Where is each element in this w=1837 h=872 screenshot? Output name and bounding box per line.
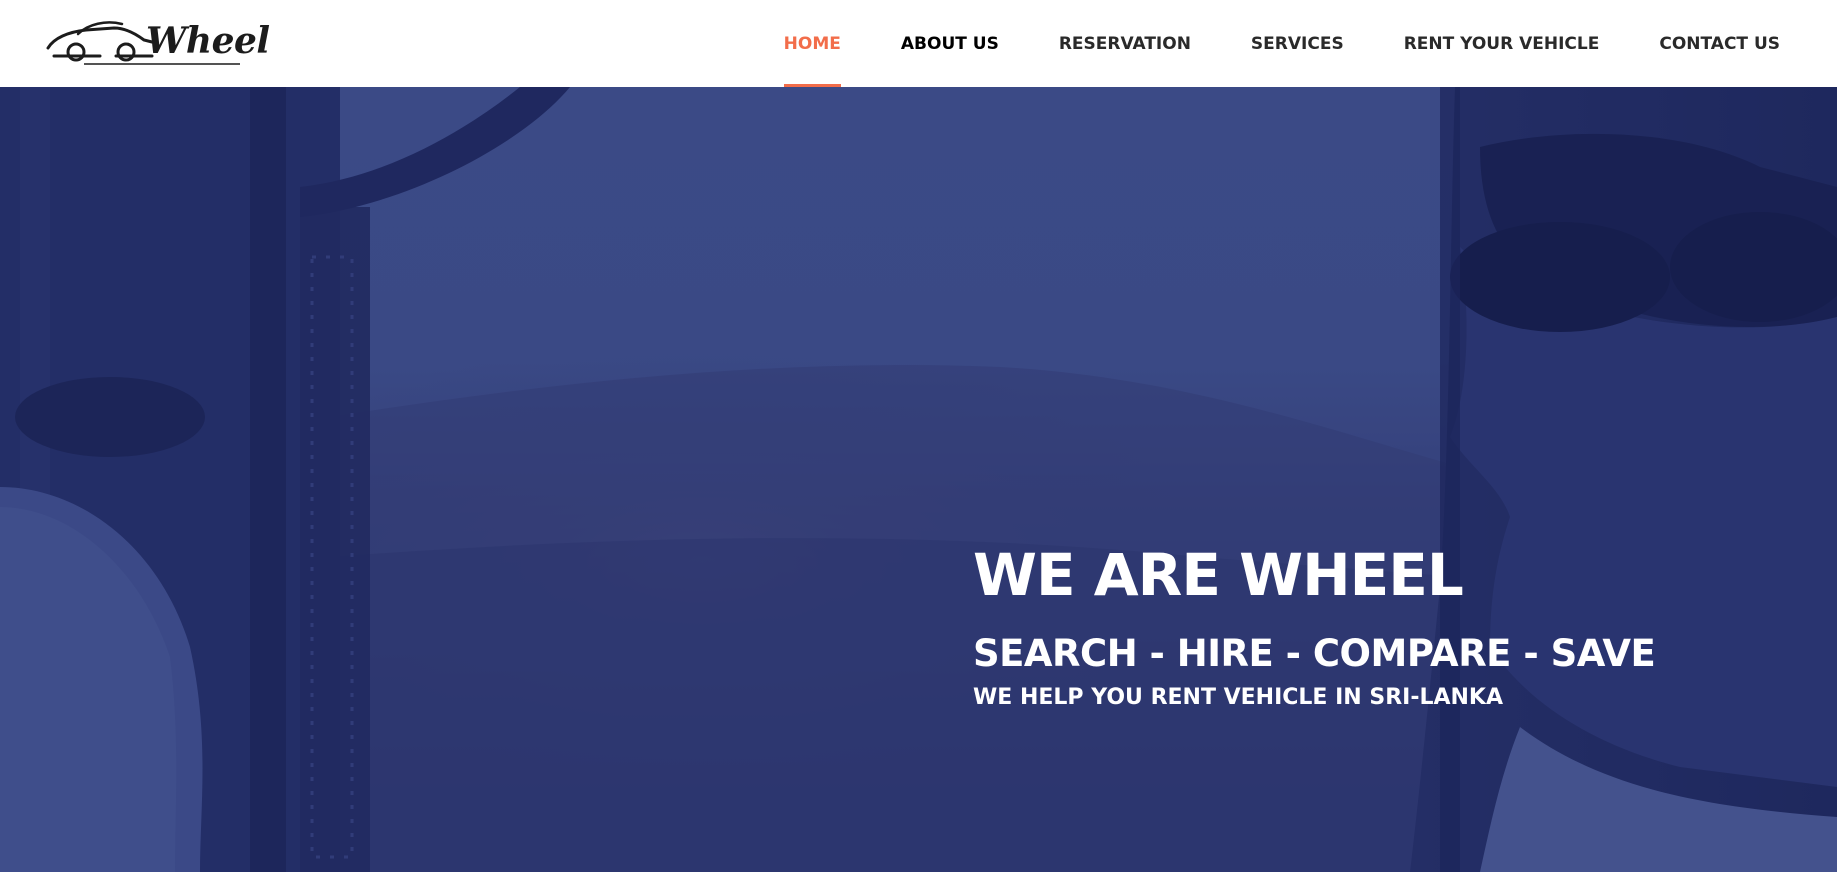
hero-section: WE ARE WHEEL SEARCH - HIRE - COMPARE - S… [0,87,1837,872]
nav-contact-us-label: CONTACT US [1659,33,1780,54]
top-navbar: Wheel HOME ABOUT US RESERVATION SERVICES… [0,0,1837,87]
hero-color-overlay [0,87,1837,872]
nav-services-label: SERVICES [1250,33,1344,54]
hero-subtitle: SEARCH - HIRE - COMPARE - SAVE [973,632,1656,675]
active-indicator [783,84,841,87]
main-nav: HOME ABOUT US RESERVATION SERVICES RENT … [783,0,1780,87]
hero-text-block: WE ARE WHEEL SEARCH - HIRE - COMPARE - S… [973,541,1656,712]
nav-about-us[interactable]: ABOUT US [901,0,999,87]
nav-home-label: HOME [783,33,841,54]
brand-logo[interactable]: Wheel [44,12,270,72]
brand-name: Wheel [146,20,270,62]
nav-services[interactable]: SERVICES [1251,0,1344,87]
nav-reservation-label: RESERVATION [1058,33,1191,54]
nav-contact-us[interactable]: CONTACT US [1659,0,1780,87]
hero-title: WE ARE WHEEL [973,541,1464,609]
nav-home[interactable]: HOME [783,0,841,87]
nav-reservation[interactable]: RESERVATION [1059,0,1191,87]
nav-rent-your-vehicle[interactable]: RENT YOUR VEHICLE [1404,0,1600,87]
hero-tagline: WE HELP YOU RENT VEHICLE IN SRI-LANKA [973,685,1504,710]
nav-about-us-label: ABOUT US [900,33,999,54]
nav-rent-your-vehicle-label: RENT YOUR VEHICLE [1403,33,1600,54]
